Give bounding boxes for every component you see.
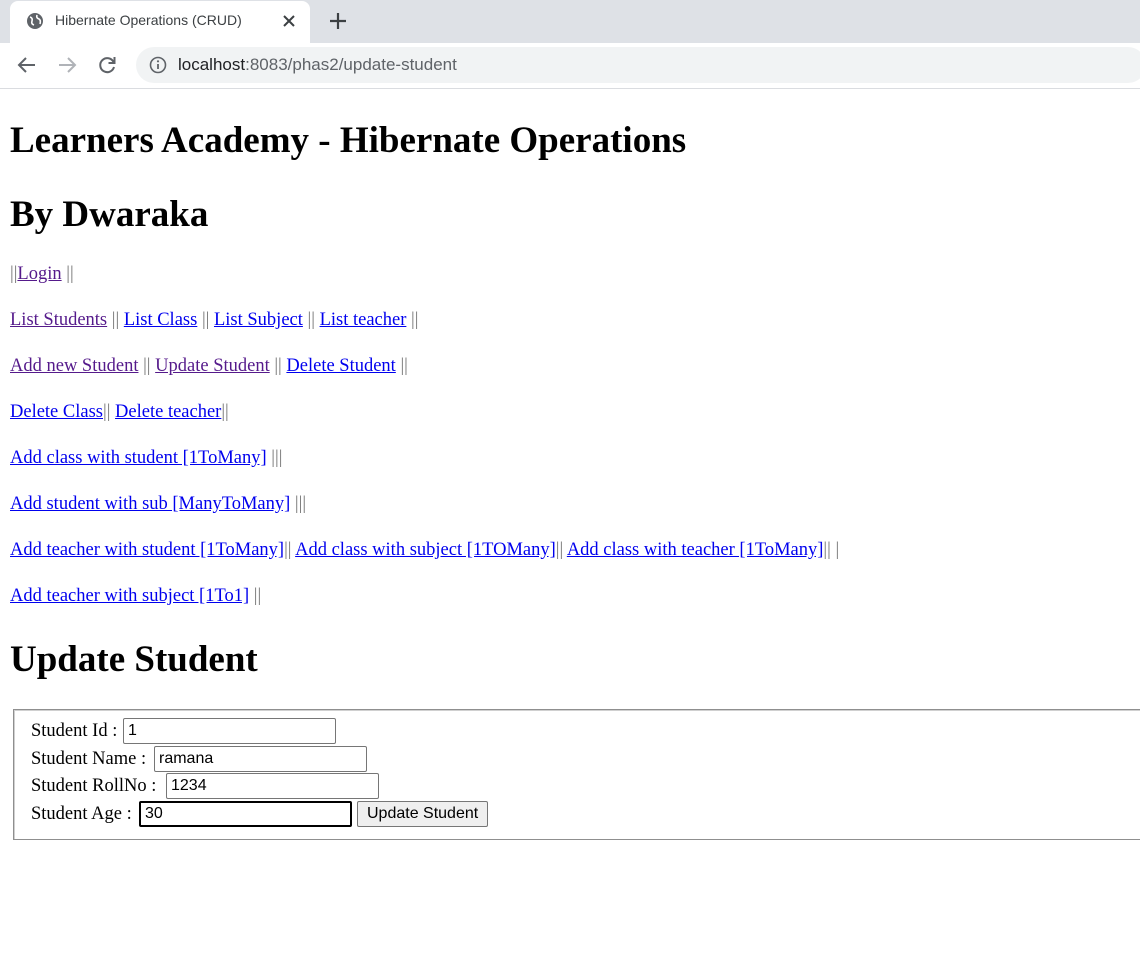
teacher-subject-nav-line: Add teacher with subject [1To1] || — [10, 587, 261, 606]
separator: || — [555, 540, 564, 560]
separator: ||| — [266, 448, 283, 468]
delete-teacher-link[interactable]: Delete teacher — [115, 402, 221, 422]
url-path: :8083/phas2/update-student — [245, 55, 457, 74]
section-title: Update Student — [10, 639, 258, 680]
relations-nav-line: Add teacher with student [1ToMany]|| Add… — [10, 541, 839, 560]
new-tab-plus-icon[interactable] — [327, 10, 349, 32]
separator: || — [249, 586, 262, 606]
author-heading: By Dwaraka — [10, 194, 209, 235]
tab-title: Hibernate Operations (CRUD) — [55, 12, 242, 28]
separator: || — [103, 402, 111, 422]
student-id-label: Student Id : — [31, 721, 118, 741]
login-nav-line: ||Login || — [10, 265, 74, 284]
separator: || — [395, 356, 408, 376]
login-link[interactable]: Login — [17, 264, 61, 284]
separator: ||| — [290, 494, 307, 514]
add-class-with-subject-link[interactable]: Add class with subject [1TOMany] — [295, 540, 556, 560]
separator: || — [406, 310, 419, 330]
browser-tab[interactable]: Hibernate Operations (CRUD) — [10, 1, 310, 43]
delete-class-link[interactable]: Delete Class — [10, 402, 103, 422]
close-icon[interactable] — [280, 12, 298, 30]
globe-icon — [27, 13, 43, 29]
page-title: Learners Academy - Hibernate Operations — [10, 120, 687, 161]
student-rollno-input[interactable] — [166, 773, 379, 799]
forward-arrow-icon[interactable] — [56, 54, 78, 76]
add-student-with-sub-link[interactable]: Add student with sub [ManyToMany] — [10, 494, 290, 514]
class-student-nav-line: Add class with student [1ToMany] ||| — [10, 449, 282, 468]
url-text: localhost:8083/phas2/update-student — [178, 55, 457, 75]
delete-nav-line: Delete Class|| Delete teacher|| — [10, 403, 229, 422]
student-sub-nav-line: Add student with sub [ManyToMany] ||| — [10, 495, 306, 514]
add-class-with-teacher-link[interactable]: Add class with teacher [1ToMany] — [567, 540, 824, 560]
separator: || — [197, 310, 214, 330]
update-student-link[interactable]: Update Student — [155, 356, 270, 376]
update-student-form: Student Id : Student Name : Student Roll… — [13, 709, 1140, 840]
separator: || — [284, 540, 292, 560]
add-teacher-with-student-link[interactable]: Add teacher with student [1ToMany] — [10, 540, 284, 560]
update-student-button[interactable]: Update Student — [357, 801, 489, 827]
add-teacher-with-subject-link[interactable]: Add teacher with subject [1To1] — [10, 586, 249, 606]
list-students-link[interactable]: List Students — [10, 310, 107, 330]
list-class-link[interactable]: List Class — [124, 310, 198, 330]
list-teacher-link[interactable]: List teacher — [320, 310, 407, 330]
separator: || — [107, 310, 124, 330]
separator: || — [138, 356, 156, 376]
list-nav-line: List Students || List Class || List Subj… — [10, 311, 418, 330]
separator: || — [302, 310, 320, 330]
student-age-input[interactable] — [139, 801, 352, 827]
add-class-with-student-link[interactable]: Add class with student [1ToMany] — [10, 448, 267, 468]
url-host: localhost — [178, 55, 246, 74]
browser-tab-strip: Hibernate Operations (CRUD) — [0, 0, 1140, 43]
add-student-link[interactable]: Add new Student — [10, 356, 138, 376]
back-arrow-icon[interactable] — [16, 54, 38, 76]
info-icon[interactable] — [149, 56, 167, 74]
student-age-label: Student Age : — [31, 804, 132, 824]
separator: || — [221, 402, 229, 422]
separator: || — [61, 264, 74, 284]
student-name-input[interactable] — [154, 746, 367, 772]
separator: || — [269, 356, 287, 376]
browser-toolbar: localhost:8083/phas2/update-student — [0, 43, 1140, 89]
separator: || | — [823, 540, 840, 560]
address-bar[interactable]: localhost:8083/phas2/update-student — [136, 47, 1140, 83]
reload-icon[interactable] — [96, 54, 118, 76]
student-rollno-label: Student RollNo : — [31, 776, 157, 796]
student-name-label: Student Name : — [31, 749, 147, 769]
student-id-input[interactable] — [123, 718, 336, 744]
list-subject-link[interactable]: List Subject — [214, 310, 303, 330]
delete-student-link[interactable]: Delete Student — [286, 356, 395, 376]
student-nav-line: Add new Student || Update Student || Del… — [10, 357, 408, 376]
